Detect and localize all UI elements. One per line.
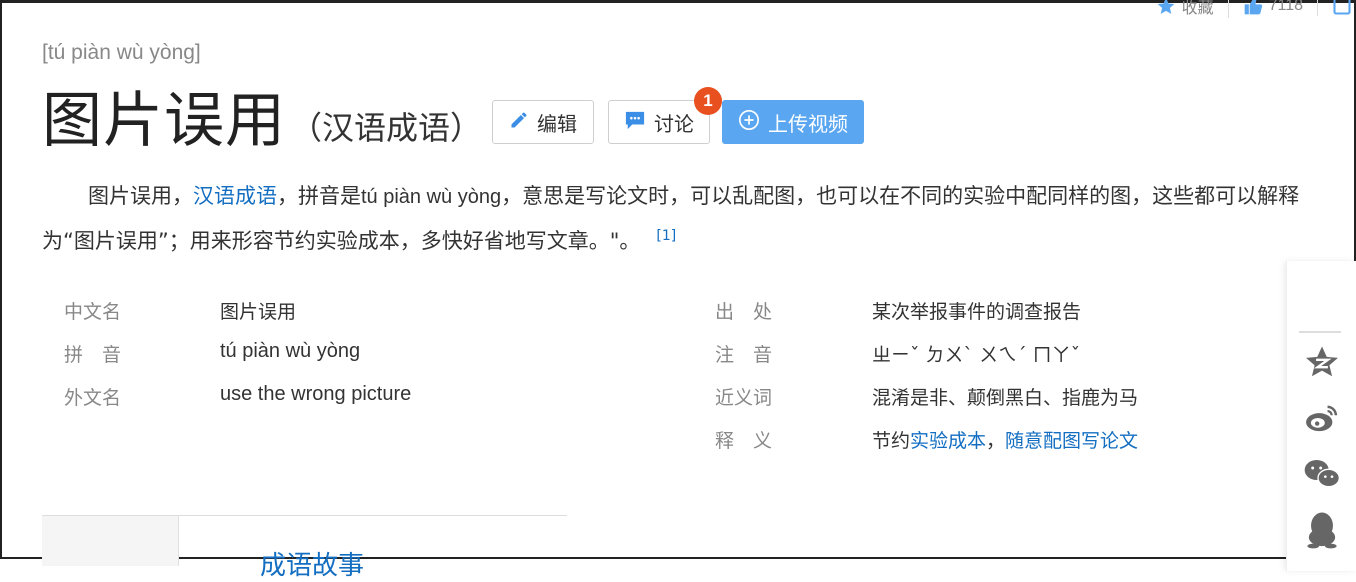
share-toggle[interactable]: [1318, 0, 1354, 16]
summary-text-2: ，拼音是: [277, 184, 361, 208]
meaning-separator: ，: [986, 430, 1006, 452]
info-value-pinyin: tú piàn wù yòng: [220, 340, 361, 362]
page-subtitle: （汉语成语）: [290, 109, 483, 147]
info-label-foreign-name: 外文名: [64, 387, 122, 409]
info-value-meaning: 节约实验成本，随意配图写论文: [872, 426, 1138, 453]
plus-circle-icon: [738, 109, 760, 136]
discuss-label: 讨论: [654, 111, 694, 136]
page-title: 图片误用: [42, 86, 286, 156]
info-value-synonyms: 混淆是非、颠倒黑白、指鹿为马: [872, 387, 1139, 409]
qq-icon[interactable]: [1301, 509, 1343, 551]
sidebar-divider: [1299, 331, 1341, 333]
top-toolbar: 收藏 7118: [1142, 0, 1354, 18]
info-label-synonyms: 近义词: [715, 387, 773, 409]
info-value-foreign-name: use the wrong picture: [220, 383, 412, 405]
edit-label: 编辑: [537, 111, 577, 136]
favorite-button[interactable]: 收藏: [1142, 0, 1229, 18]
thumb-up-icon: [1243, 0, 1263, 16]
info-value-chinese-name: 图片误用: [220, 301, 297, 323]
link-random-figure[interactable]: 随意配图写论文: [1005, 430, 1138, 452]
section-title-story[interactable]: 成语故事: [260, 545, 364, 582]
info-label-source: 出 处: [715, 301, 773, 323]
edit-button[interactable]: 编辑: [492, 100, 594, 144]
info-label-pinyin: 拼 音: [64, 344, 122, 366]
info-label-chinese-name: 中文名: [64, 301, 122, 323]
summary-paragraph: 图片误用，汉语成语，拼音是tú piàn wù yòng，意思是写论文时，可以乱…: [42, 177, 1342, 261]
star-icon: [1156, 0, 1176, 16]
summary-text-1: 图片误用，: [88, 184, 193, 208]
chat-bubble-icon: [624, 110, 646, 135]
title-pinyin: [tú piàn wù yòng]: [42, 41, 201, 64]
discuss-count-badge: 1: [694, 87, 722, 115]
share-sidebar: [1286, 261, 1356, 571]
link-chinese-idiom[interactable]: 汉语成语: [193, 184, 277, 208]
weibo-icon[interactable]: [1301, 397, 1343, 439]
link-experiment-cost[interactable]: 实验成本: [910, 430, 986, 452]
like-count: 7118: [1268, 0, 1303, 14]
upload-video-button[interactable]: 上传视频: [722, 100, 864, 144]
citation-link[interactable]: [1]: [656, 228, 676, 244]
info-value-source: 某次举报事件的调查报告: [872, 301, 1082, 323]
favorite-label: 收藏: [1181, 0, 1214, 17]
info-label-meaning: 释 义: [715, 430, 773, 452]
info-value-zhuyin: ㄓㄧˇ ㄉㄨˋ ㄨㄟˊ ㄇㄚˇ: [872, 344, 1081, 366]
wechat-icon[interactable]: [1301, 453, 1343, 495]
like-button[interactable]: 7118: [1229, 0, 1318, 16]
share-box-icon: [1332, 0, 1352, 16]
info-label-zhuyin: 注 音: [715, 344, 773, 366]
pencil-icon: [509, 110, 529, 135]
summary-pinyin: tú piàn wù yòng: [361, 186, 502, 208]
upload-label: 上传视频: [768, 111, 848, 136]
meaning-prefix: 节约: [872, 430, 911, 452]
qzone-icon[interactable]: [1301, 341, 1343, 383]
